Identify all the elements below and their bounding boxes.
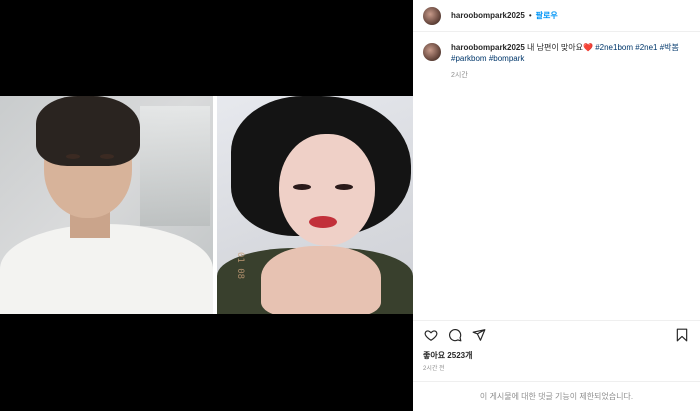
action-bar [413,320,700,348]
eye [100,154,114,159]
post-side-panel: haroobompark2025 • 팔로우 haroobompark2025 … [413,0,700,411]
header-username[interactable]: haroobompark2025 [451,11,525,20]
follow-button[interactable]: 팔로우 [536,10,558,21]
separator-dot: • [528,11,532,20]
date-stamp: 01 08 [235,252,245,280]
hair [36,96,140,166]
post-header: haroobompark2025 • 팔로우 [413,0,700,32]
caption-timestamp[interactable]: 2시간 [451,70,690,80]
caption-body: haroobompark2025 내 남편이 맞아요❤️ #2ne1bom #2… [451,42,690,320]
caption-text: haroobompark2025 내 남편이 맞아요❤️ #2ne1bom #2… [451,42,690,64]
heart-icon[interactable] [423,327,439,343]
comments-restricted-notice: 이 게시물에 대한 댓글 기능이 제한되었습니다. [413,381,700,411]
caption-block: haroobompark2025 내 남편이 맞아요❤️ #2ne1bom #2… [413,32,700,320]
hashtag-link[interactable]: #bompark [489,54,525,63]
eye [335,184,353,190]
hashtag-link[interactable]: #2ne1bom [595,43,633,52]
face [279,134,375,246]
comment-icon[interactable] [447,327,463,343]
hashtag-link[interactable]: #박봄 [660,43,679,52]
photo-man [0,96,213,314]
hashtag-link[interactable]: #2ne1 [635,43,657,52]
post-timestamp[interactable]: 2시간 전 [423,363,445,372]
eye [293,184,311,190]
post-media[interactable]: 01 08 [0,0,413,411]
send-icon[interactable] [471,327,487,343]
bookmark-icon[interactable] [674,327,690,343]
post-modal: 01 08 haroobompark2025 • 팔로우 haroobompar… [0,0,700,411]
background-shelf [140,106,210,226]
hashtag-link[interactable]: #parkbom [451,54,487,63]
photo-collage: 01 08 [0,96,413,314]
caption-username[interactable]: haroobompark2025 [451,43,525,52]
heart-emoji: ❤️ [583,43,593,52]
photo-woman: 01 08 [217,96,413,314]
lips [309,216,337,228]
chest [261,246,381,314]
eye [66,154,80,159]
avatar[interactable] [423,6,441,25]
like-count[interactable]: 좋아요 2523개 [423,350,472,361]
caption-avatar[interactable] [423,43,441,61]
caption-message: 내 남편이 맞아요 [524,43,583,52]
